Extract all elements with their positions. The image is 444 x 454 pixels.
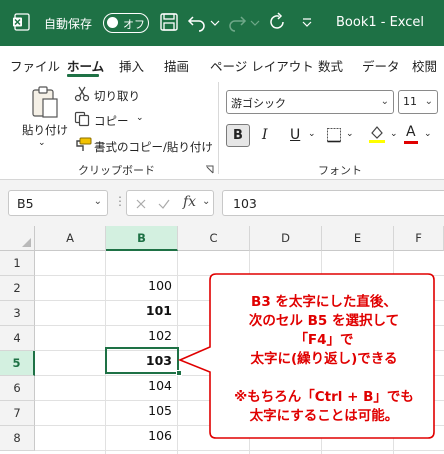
callout-line-7: 太字にすることは可能。 bbox=[249, 408, 399, 424]
callout-line-6: ※もちろん「Ctrl + B」でも bbox=[234, 389, 414, 405]
callout-line-4: 太字に(繰り返し)できる bbox=[250, 351, 398, 367]
callout-line-2: 次のセル B5 を選択して bbox=[248, 313, 400, 329]
callout-line-3: 「F4」で bbox=[294, 332, 354, 348]
callout-line-1: B3 を太字にした直後、 bbox=[251, 294, 397, 310]
